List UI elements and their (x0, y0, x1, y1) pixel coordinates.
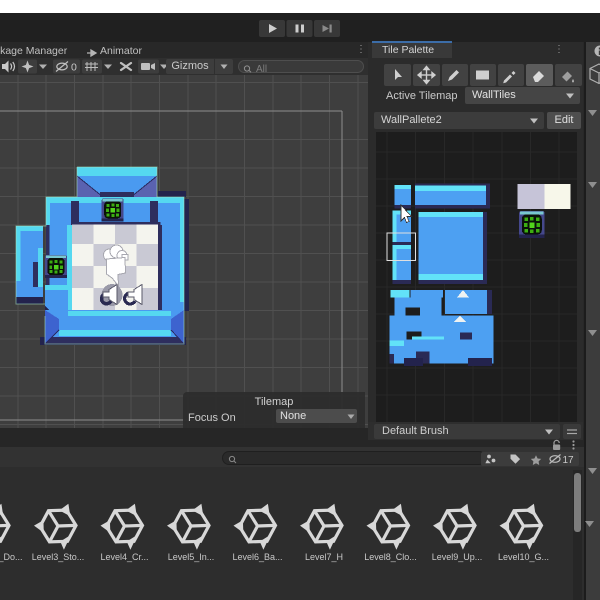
svg-text:Level7_H: Level7_H (305, 552, 343, 562)
svg-text:All: All (256, 64, 267, 74)
svg-text:Level4_Cr...: Level4_Cr... (100, 552, 148, 562)
svg-text:0: 0 (71, 62, 77, 74)
svg-text:Level3_Sto...: Level3_Sto... (32, 552, 85, 562)
svg-text:17: 17 (563, 455, 575, 466)
svg-text:Level5_In...: Level5_In... (168, 552, 215, 562)
svg-text:Level6_Ba...: Level6_Ba... (232, 552, 282, 562)
svg-text:Level10_G...: Level10_G... (498, 552, 549, 562)
svg-text:Level8_Clo...: Level8_Clo... (364, 552, 417, 562)
svg-text:Level9_Up...: Level9_Up... (432, 552, 483, 562)
svg-text:2_Do...: 2_Do... (0, 552, 23, 562)
